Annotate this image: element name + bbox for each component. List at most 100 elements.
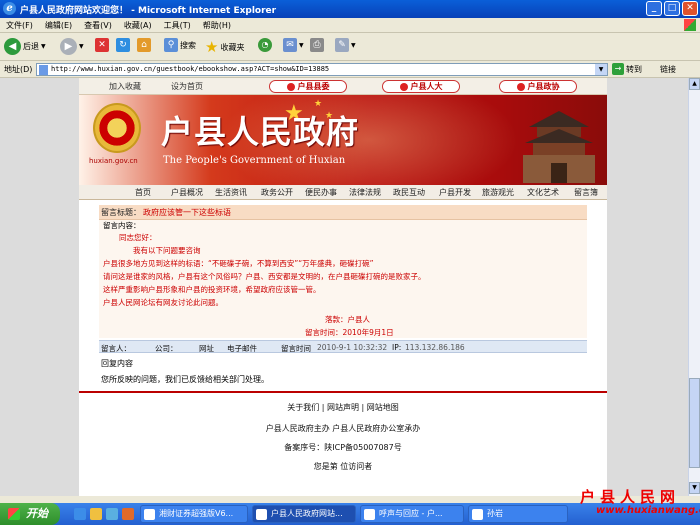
nav-life-info[interactable]: 生活资讯: [215, 187, 247, 198]
message-content-label: 留言内容：: [103, 221, 141, 230]
menu-favorites[interactable]: 收藏(A): [118, 18, 158, 33]
nav-culture[interactable]: 文化艺术: [527, 187, 559, 198]
nav-tourism[interactable]: 旅游观光: [482, 187, 514, 198]
ie-logo-icon: e: [3, 2, 16, 15]
go-button[interactable]: → 转到: [612, 63, 642, 75]
scroll-up-button[interactable]: ▲: [689, 78, 700, 90]
menu-view[interactable]: 查看(V): [78, 18, 118, 33]
county-committee-link[interactable]: 户县县委: [269, 80, 347, 93]
taskbar-item-ie-huxian[interactable]: 户县人民政府网站...: [252, 505, 356, 523]
nav-guestbook[interactable]: 留言簿: [574, 187, 598, 198]
stop-icon[interactable]: ✕: [95, 38, 109, 52]
message-title-label: 留言标题：: [101, 208, 141, 217]
address-input[interactable]: http://www.huxian.gov.cn/guestbook/ebook…: [36, 63, 608, 76]
site-banner: ★ ★ ★ huxian.gov.cn 户县人民政府 The People's …: [79, 95, 607, 185]
message-body-line: 户县很多地方见到这样的标语：“不砸碟子碗，不算到西安”“万年盛典，砸碟打碗”: [103, 259, 374, 268]
back-dropdown-icon[interactable]: ▼: [41, 43, 46, 50]
nav-gov-affairs[interactable]: 政务公开: [261, 187, 293, 198]
back-button[interactable]: ◀ 后退 ▼: [4, 38, 46, 55]
task-label: 户县人民政府网站...: [271, 509, 343, 518]
people-congress-link[interactable]: 户县人大: [382, 80, 460, 93]
taskbar-item-ie-response[interactable]: 呼声与回应 - 户...: [360, 505, 464, 523]
maximize-button[interactable]: □: [664, 1, 680, 16]
close-button[interactable]: ✕: [682, 1, 698, 16]
address-dropdown-icon[interactable]: ▼: [595, 64, 607, 75]
window-title-bar[interactable]: e 户县人民政府网站欢迎您！ - Microsoft Internet Expl…: [0, 0, 700, 18]
sitemap-link[interactable]: 网站地图: [367, 403, 399, 412]
mail-button[interactable]: ✉ ▼: [283, 38, 304, 52]
set-homepage-link[interactable]: 设为首页: [171, 81, 203, 92]
edit-dropdown-icon[interactable]: ▼: [351, 42, 356, 49]
nav-home[interactable]: 首页: [135, 187, 151, 198]
message-content: 留言内容： 同志您好： 我有以下问题要咨询 户县很多地方见到这样的标语：“不砸碟…: [99, 220, 587, 338]
mail-dropdown-icon[interactable]: ▼: [299, 42, 304, 49]
about-link[interactable]: 关于我们: [287, 403, 319, 412]
county-committee-label: 户县县委: [297, 82, 330, 91]
message-greeting: 同志您好：: [119, 233, 157, 242]
site-footer: 关于我们 | 网站声明 | 网站地图 户县人民政府主办 户县人民政府办公室承办 …: [79, 391, 607, 496]
menu-edit[interactable]: 编辑(E): [39, 18, 78, 33]
ie-window-icon: [256, 509, 267, 520]
forward-arrow-icon: ▶: [60, 38, 77, 55]
site-watermark: 户县人民网 www.huxianwang.c: [576, 486, 700, 525]
back-arrow-icon: ◀: [4, 38, 21, 55]
scrollbar-thumb[interactable]: [689, 378, 700, 468]
footer-visitor-count: 您是第 位访问者: [313, 462, 373, 471]
home-icon[interactable]: ⌂: [137, 38, 151, 52]
nav-interaction[interactable]: 政民互动: [393, 187, 425, 198]
nav-services[interactable]: 便民办事: [305, 187, 337, 198]
task-label: 湘财证券超强版V6...: [159, 509, 234, 518]
poster-info-row: 留言人： 公司： 网址 电子邮件 留言时间 2010-9-1 10:32:32 …: [99, 340, 587, 353]
start-button[interactable]: 开始: [0, 503, 60, 525]
banner-domain: huxian.gov.cn: [89, 157, 138, 165]
task-label: 孙岩: [487, 509, 503, 518]
refresh-icon[interactable]: ↻: [116, 38, 130, 52]
favorites-button[interactable]: ★ 收藏夹: [205, 38, 244, 56]
taskbar-item-stock-app[interactable]: 湘财证券超强版V6...: [140, 505, 248, 523]
poster-label: 留言人：: [101, 344, 131, 353]
website-label: 网址: [199, 344, 214, 353]
message-body-line: 请问这是谁家的风格，户县有这个风俗吗？户县、西安都是文明的，在户县砸碟打碗的是败…: [103, 272, 426, 281]
nav-laws[interactable]: 法律法规: [349, 187, 381, 198]
taskbar-item-chat[interactable]: 孙岩: [468, 505, 568, 523]
windows-flag-icon: [8, 508, 20, 520]
vertical-scrollbar[interactable]: ▲ ▼: [688, 78, 700, 496]
minimize-button[interactable]: _: [646, 1, 662, 16]
message-body-line: 这样严重影响户县形象和户县的投资环境，希望政府应该管一管。: [103, 285, 321, 294]
web-page: 加入收藏 设为首页 户县县委 户县人大 户县政协 ★ ★ ★ huxian.go…: [79, 78, 607, 496]
message-title-row: 留言标题： 政府应该管一下这些标语: [99, 205, 587, 220]
chat-window-icon: [472, 509, 483, 520]
links-button[interactable]: 链接: [660, 64, 676, 75]
address-label: 地址(D): [4, 65, 33, 74]
watermark-name: 户县人民网: [580, 488, 681, 506]
nav-county-overview[interactable]: 户县概况: [171, 187, 203, 198]
cppcc-link[interactable]: 户县政协: [499, 80, 577, 93]
message-time: 留言时间：2010年9月1日: [305, 328, 394, 337]
watermark-url: www.huxianwang.c: [596, 505, 700, 516]
favorites-label: 收藏夹: [220, 42, 245, 52]
mail-icon: ✉: [283, 38, 297, 52]
reply-text: 您所反映的问题，我们已反馈给相关部门处理。: [101, 375, 269, 384]
quicklaunch-desktop-icon[interactable]: [106, 508, 118, 520]
history-icon[interactable]: ◔: [258, 38, 272, 52]
menu-help[interactable]: 帮助(H): [197, 18, 237, 33]
menu-file[interactable]: 文件(F): [0, 18, 39, 33]
menu-tools[interactable]: 工具(T): [158, 18, 197, 33]
quicklaunch-ie-icon[interactable]: [74, 508, 86, 520]
window-title: 户县人民政府网站欢迎您！ - Microsoft Internet Explor…: [20, 6, 277, 16]
footer-links: 关于我们 | 网站声明 | 网站地图: [79, 402, 607, 413]
search-button[interactable]: ⚲ 搜索: [164, 38, 196, 52]
ip-label: IP:: [392, 343, 402, 352]
statement-link[interactable]: 网站声明: [327, 403, 359, 412]
nav-development[interactable]: 户县开发: [439, 187, 471, 198]
footer-icp: 备案序号：陕ICP备05007087号: [284, 443, 402, 452]
add-favorite-link[interactable]: 加入收藏: [109, 81, 141, 92]
banner-subtitle: The People's Government of Huxian: [163, 155, 346, 166]
quicklaunch-folder-icon[interactable]: [90, 508, 102, 520]
banner-title: 户县人民政府: [161, 113, 360, 151]
print-icon[interactable]: ⎙: [310, 38, 324, 52]
forward-button[interactable]: ▶ ▼: [60, 38, 84, 55]
quicklaunch-app-icon[interactable]: [122, 508, 134, 520]
edit-button[interactable]: ✎ ▼: [335, 38, 356, 52]
forward-dropdown-icon[interactable]: ▼: [79, 43, 84, 50]
